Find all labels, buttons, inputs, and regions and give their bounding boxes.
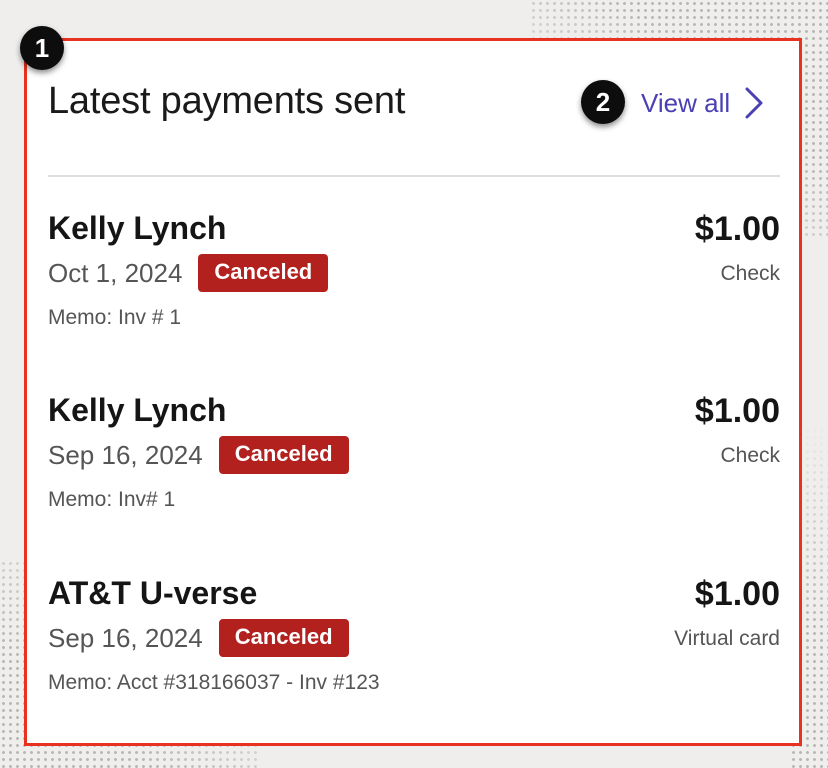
- payment-row[interactable]: AT&T U-verse $1.00 Sep 16, 2024 Canceled…: [48, 575, 780, 705]
- payee-name: Kelly Lynch: [48, 210, 227, 246]
- payment-method: Virtual card: [674, 627, 780, 650]
- payment-date-line: Sep 16, 2024 Canceled: [48, 619, 349, 657]
- payment-amount: $1.00: [694, 392, 780, 430]
- payment-method: Check: [720, 444, 780, 467]
- payment-memo: Memo: Inv # 1: [48, 306, 182, 329]
- payee-name: Kelly Lynch: [48, 392, 227, 428]
- payment-amount: $1.00: [694, 575, 780, 613]
- status-badge: Canceled: [218, 436, 349, 474]
- payment-date: Oct 1, 2024: [48, 257, 183, 288]
- payment-date-line: Sep 16, 2024 Canceled: [48, 436, 349, 474]
- card-title: Latest payments sent: [48, 80, 406, 122]
- view-all-link[interactable]: View all: [641, 86, 764, 120]
- payment-memo: Memo: Acct #318166037 - Inv #123: [48, 671, 380, 694]
- payment-row[interactable]: Kelly Lynch $1.00 Sep 16, 2024 Canceled …: [48, 392, 780, 522]
- annotation-marker-2: 2: [581, 80, 625, 124]
- header-divider: [48, 175, 780, 177]
- payment-method: Check: [720, 262, 780, 285]
- annotation-marker-1: 1: [20, 26, 64, 70]
- status-badge: Canceled: [218, 619, 349, 657]
- status-badge: Canceled: [198, 254, 329, 292]
- view-all-label: View all: [641, 87, 731, 118]
- payment-amount: $1.00: [694, 210, 780, 248]
- payment-row[interactable]: Kelly Lynch $1.00 Oct 1, 2024 Canceled C…: [48, 210, 780, 340]
- payment-date-line: Oct 1, 2024 Canceled: [48, 254, 329, 292]
- payee-name: AT&T U-verse: [48, 575, 258, 611]
- payment-memo: Memo: Inv# 1: [48, 488, 176, 511]
- payment-date: Sep 16, 2024: [48, 439, 203, 470]
- chevron-right-icon: [745, 87, 763, 119]
- payment-date: Sep 16, 2024: [48, 622, 203, 653]
